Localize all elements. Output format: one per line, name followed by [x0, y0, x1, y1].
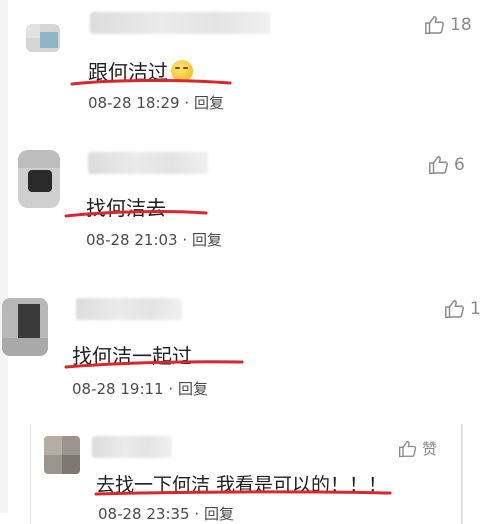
timestamp: 08-28 18:29 [88, 94, 180, 112]
like-button[interactable]: 1 [444, 298, 481, 320]
timestamp: 08-28 19:11 [72, 380, 164, 398]
reply-link[interactable]: 回复 [178, 380, 208, 398]
thumbs-up-icon [429, 156, 448, 174]
timestamp: 08-28 21:03 [86, 231, 178, 249]
red-underline [64, 210, 208, 218]
username-blurred[interactable] [92, 436, 172, 458]
like-label: 赞 [422, 440, 438, 458]
like-count: 18 [450, 15, 472, 35]
reply-link[interactable]: 回复 [194, 94, 224, 112]
username-blurred[interactable] [90, 12, 270, 34]
like-button[interactable]: 赞 [398, 438, 437, 459]
avatar[interactable] [18, 150, 60, 208]
avatar[interactable] [2, 298, 48, 356]
red-underline [64, 360, 244, 369]
avatar[interactable] [26, 24, 60, 52]
separator: · [194, 505, 200, 523]
separator: · [168, 380, 174, 398]
left-edge [0, 0, 8, 513]
thumbs-up-icon [425, 16, 444, 34]
like-button[interactable]: 18 [424, 14, 472, 36]
like-count: 1 [470, 299, 481, 319]
reply-link[interactable]: 回复 [204, 505, 234, 523]
avatar[interactable] [44, 436, 80, 474]
separator: · [182, 231, 188, 249]
comment-meta: 08-28 19:11 · 回复 [72, 378, 208, 399]
comment-meta: 08-28 21:03 · 回复 [86, 229, 222, 250]
thumbs-up-icon [399, 440, 417, 457]
username-blurred[interactable] [88, 152, 208, 174]
username-blurred[interactable] [76, 298, 182, 320]
timestamp: 08-28 23:35 [98, 505, 190, 523]
thumbs-up-icon [445, 300, 464, 318]
red-underline [94, 490, 392, 496]
like-button[interactable]: 6 [428, 154, 465, 176]
comment-meta: 08-28 18:29 · 回复 [88, 92, 224, 113]
reply-link[interactable]: 回复 [192, 231, 222, 249]
like-count: 6 [454, 155, 465, 175]
red-underline [70, 78, 232, 86]
comment-meta: 08-28 23:35 · 回复 [98, 503, 234, 524]
separator: · [184, 94, 190, 112]
